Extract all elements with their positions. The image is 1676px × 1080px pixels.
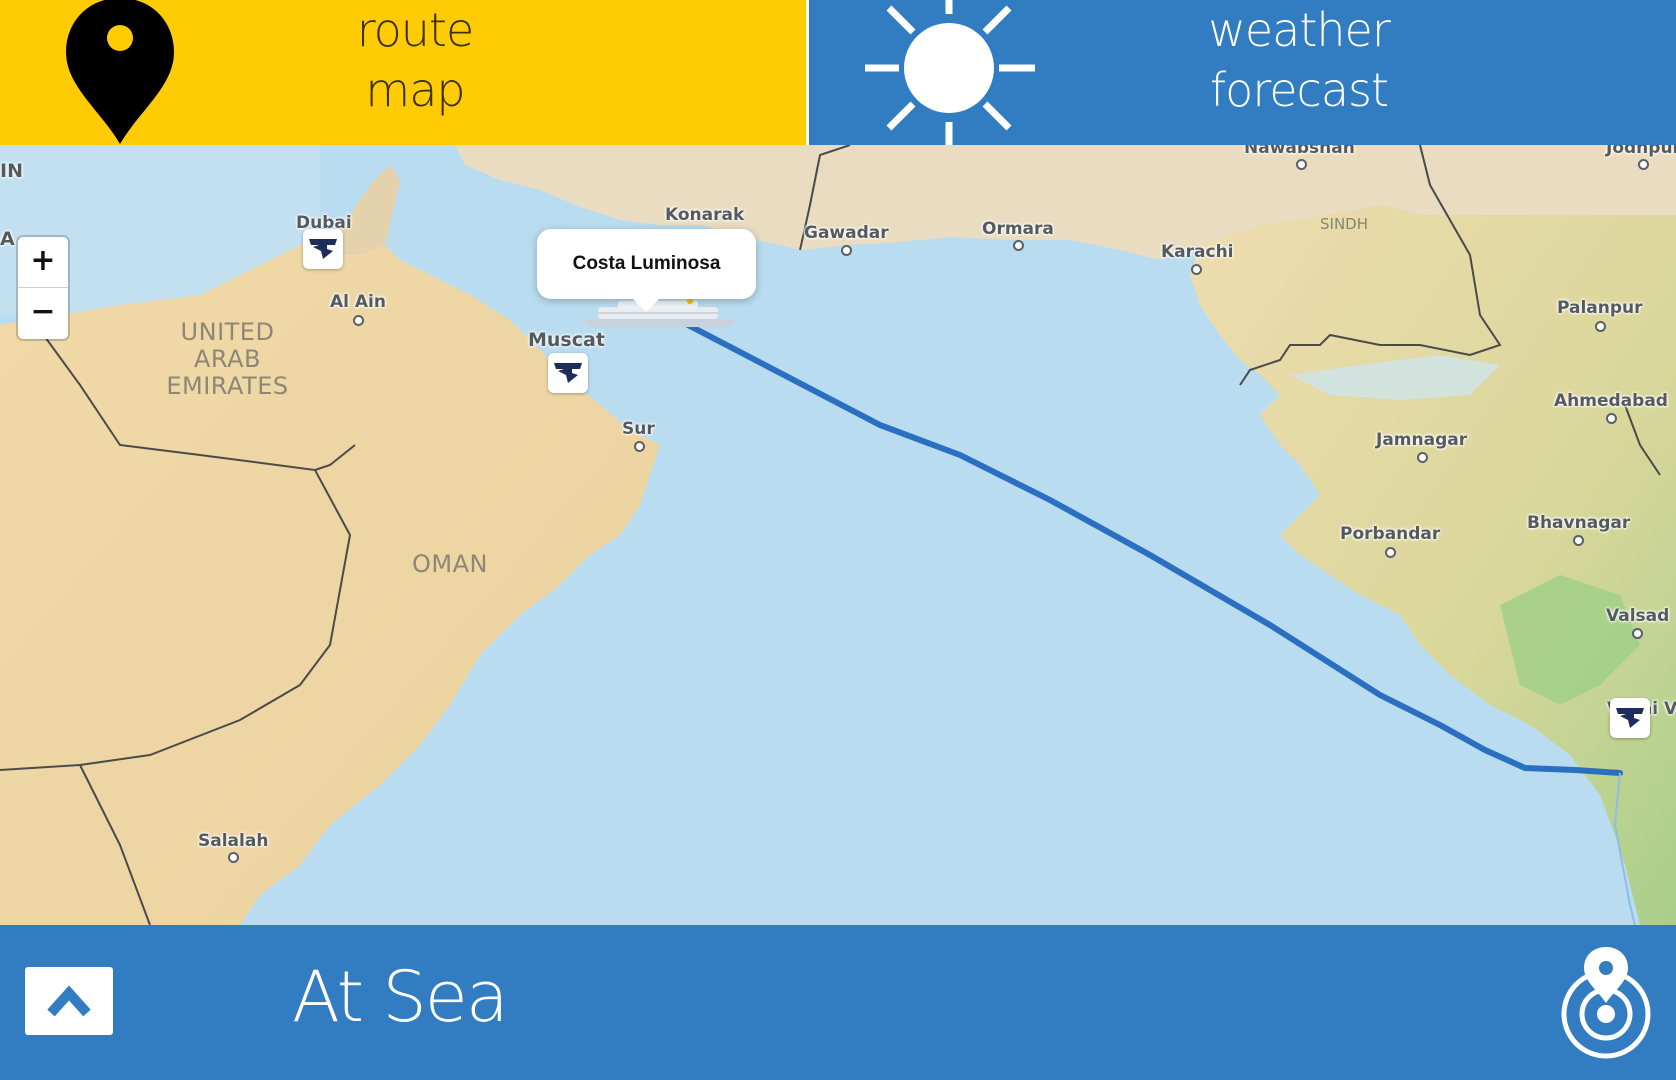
place-dot-palanpur — [1595, 321, 1606, 332]
zoom-out-button[interactable]: − — [18, 288, 68, 338]
place-label-palanpur: Palanpur — [1557, 298, 1643, 318]
tab-route-label-line1: route — [356, 3, 475, 57]
expand-panel-button[interactable] — [25, 967, 113, 1035]
route-map[interactable]: + − UNITED ARAB EMIRATES OMAN SINDH IN A… — [0, 145, 1676, 925]
tab-route-label-line2: map — [365, 63, 465, 117]
place-dot-bhavnagar — [1573, 535, 1584, 546]
place-label-jodhpur: Jodhpur — [1606, 145, 1676, 158]
chevron-up-icon — [47, 985, 91, 1017]
place-dot-sur — [634, 441, 645, 452]
region-label-uae-line2: ARAB — [193, 345, 261, 373]
place-label-ahmedabad: Ahmedabad — [1554, 391, 1668, 411]
place-label-al-ain: Al Ain — [330, 292, 386, 312]
port-anchor-icon — [554, 363, 582, 383]
region-label-uae: UNITED ARAB EMIRATES — [150, 319, 305, 400]
place-label-edge-in: IN — [0, 160, 23, 182]
port-marker-muscat[interactable] — [548, 353, 588, 393]
sun-icon — [865, 0, 1035, 145]
place-dot-valsad — [1632, 628, 1643, 639]
tab-weather-forecast[interactable]: weather forecast — [809, 0, 1676, 145]
place-label-ormara: Ormara — [982, 219, 1054, 239]
voyage-status: At Sea — [292, 956, 509, 1038]
locate-ship-icon[interactable] — [1556, 939, 1656, 1067]
place-label-jamnagar: Jamnagar — [1376, 430, 1468, 450]
tab-weather-label: weather forecast — [1149, 0, 1449, 120]
region-label-oman: OMAN — [412, 550, 488, 578]
region-label-uae-line1: UNITED — [180, 318, 275, 346]
region-label-sindh: SINDH — [1320, 215, 1368, 233]
ship-popup[interactable]: Costa Luminosa — [537, 229, 756, 299]
place-dot-porbandar — [1385, 547, 1396, 558]
place-dot-ahmedabad — [1606, 413, 1617, 424]
place-label-bhavnagar: Bhavnagar — [1527, 513, 1631, 533]
port-marker-mumbai[interactable] — [1610, 698, 1650, 738]
zoom-control: + − — [18, 237, 68, 339]
ship-popup-tip — [632, 298, 660, 312]
place-dot-gawadar — [841, 245, 852, 256]
app-screen: route map weather forecast + − UNITED AR… — [0, 0, 1676, 1080]
status-footer: At Sea — [0, 925, 1676, 1080]
tab-route-label: route map — [300, 0, 530, 120]
place-dot-karachi — [1191, 264, 1202, 275]
place-label-porbandar: Porbandar — [1340, 524, 1441, 544]
place-label-nawabshah: Nawabshah — [1244, 145, 1355, 158]
place-dot-nawabshah — [1296, 159, 1307, 170]
port-marker-dubai[interactable] — [303, 229, 343, 269]
tab-weather-label-line1: weather — [1208, 3, 1391, 57]
zoom-in-button[interactable]: + — [18, 237, 68, 288]
place-dot-jamnagar — [1417, 452, 1428, 463]
header-tabs: route map weather forecast — [0, 0, 1676, 145]
place-label-sur: Sur — [622, 419, 655, 439]
place-label-karachi: Karachi — [1161, 242, 1234, 262]
place-label-gawadar: Gawadar — [804, 223, 889, 243]
place-label-valsad: Valsad — [1606, 606, 1670, 626]
region-label-uae-line3: EMIRATES — [166, 372, 289, 400]
tab-weather-label-line2: forecast — [1209, 63, 1389, 117]
place-label-edge-a: A — [0, 228, 15, 250]
place-label-konarak: Konarak — [665, 205, 745, 225]
map-pin-icon — [66, 0, 174, 144]
place-dot-al-ain — [353, 315, 364, 326]
place-dot-ormara — [1013, 240, 1024, 251]
place-label-muscat: Muscat — [528, 329, 605, 351]
port-anchor-icon — [309, 239, 337, 259]
tab-route-map[interactable]: route map — [0, 0, 806, 145]
place-dot-salalah — [228, 852, 239, 863]
place-label-salalah: Salalah — [198, 831, 269, 851]
place-dot-jodhpur — [1638, 159, 1649, 170]
port-anchor-icon — [1616, 708, 1644, 728]
